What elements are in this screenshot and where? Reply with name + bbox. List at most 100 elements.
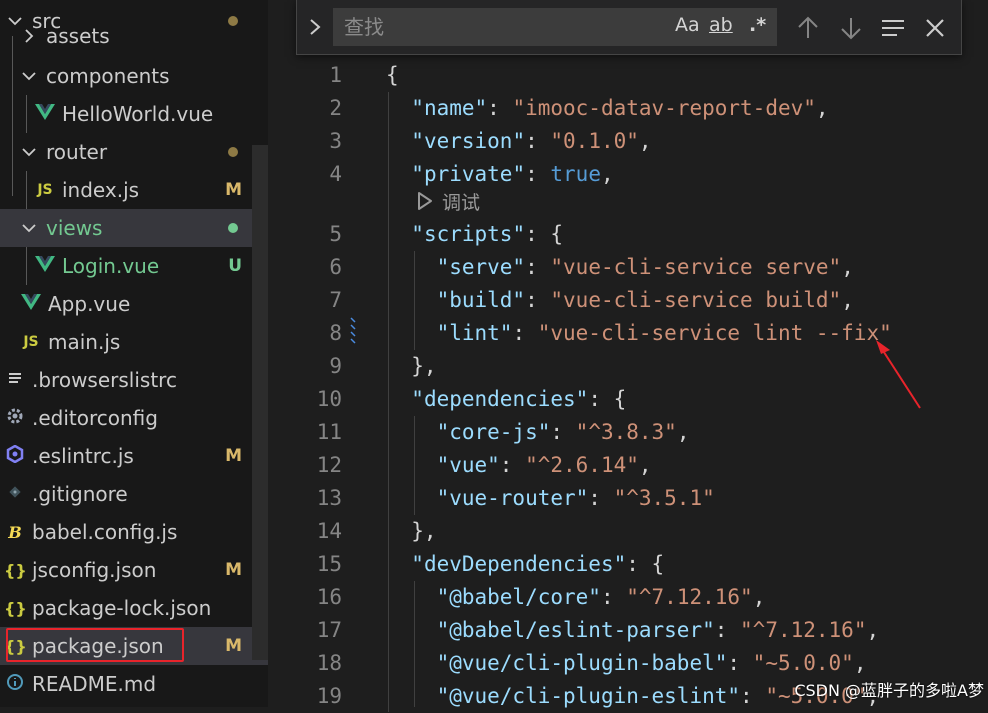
tree-item-babel-config-js[interactable]: Bbabel.config.js	[0, 513, 268, 551]
tree-item-label: .gitignore	[32, 482, 128, 506]
close-icon[interactable]	[921, 14, 949, 42]
debug-codelens[interactable]: 调试	[416, 186, 480, 216]
code-token: "private"	[411, 162, 526, 186]
code-line[interactable]: 5 "scripts": {	[268, 218, 988, 251]
code-line[interactable]: 3 "version": "0.1.0",	[268, 125, 988, 158]
next-match-arrow-down-icon[interactable]	[837, 14, 865, 42]
code-line[interactable]: 7 "build": "vue-cli-service build",	[268, 284, 988, 317]
tree-item-label: App.vue	[48, 292, 131, 316]
tree-item-index-js[interactable]: JS index.js M	[0, 171, 268, 209]
tree-item-browserslistrc[interactable]: .browserslistrc	[0, 361, 268, 399]
tree-item-main-js[interactable]: JS main.js	[0, 323, 268, 361]
code-line[interactable]: 12 "vue": "^2.6.14",	[268, 449, 988, 482]
tree-item-assets[interactable]: assets	[0, 22, 268, 50]
line-number: 8	[329, 321, 342, 345]
line-number: 7	[329, 288, 342, 312]
tree-item-jsconfig-json[interactable]: {} jsconfig.json M	[0, 551, 268, 589]
code-token: },	[386, 519, 437, 543]
code-text: },	[386, 350, 436, 383]
tree-item-package-lock-json[interactable]: {} package-lock.json	[0, 589, 268, 627]
code-token: "^3.8.3"	[575, 420, 677, 444]
gear-icon	[4, 407, 26, 429]
code-token: "vue-cli-service build"	[550, 288, 842, 312]
tree-item-app-vue[interactable]: App.vue	[0, 285, 268, 323]
code-token: "vue-cli-service lint --fix"	[537, 321, 892, 345]
line-number: 13	[316, 486, 342, 510]
tree-item-components[interactable]: components	[0, 57, 268, 95]
find-in-selection-icon[interactable]	[879, 14, 907, 42]
line-number: 6	[329, 255, 342, 279]
tree-item-gitignore[interactable]: .gitignore	[0, 475, 268, 513]
code-token: "imooc-datav-report-dev"	[512, 96, 816, 120]
code-line[interactable]: 14 },	[268, 515, 988, 548]
code-token: "build"	[436, 288, 526, 312]
code-line[interactable]: 11 "core-js": "^3.8.3",	[268, 416, 988, 449]
code-text: "lint": "vue-cli-service lint --fix"	[386, 317, 892, 350]
code-line[interactable]: 17 "@babel/eslint-parser": "^7.12.16",	[268, 614, 988, 647]
code-line[interactable]: 16 "@babel/core": "^7.12.16",	[268, 581, 988, 614]
regex-toggle[interactable]: .*	[749, 14, 766, 42]
match-case-toggle[interactable]: Aa	[675, 14, 700, 42]
line-number: 1	[329, 63, 342, 87]
code-token: ,	[638, 129, 652, 153]
code-token: "scripts"	[411, 222, 526, 246]
code-line[interactable]: 13 "vue-router": "^3.5.1"	[268, 482, 988, 515]
git-status-badge: M	[225, 180, 242, 200]
code-token: : {	[588, 387, 627, 411]
tree-item-views[interactable]: views	[0, 209, 268, 247]
code-token: "serve"	[436, 255, 526, 279]
code-line[interactable]: 1{	[268, 59, 988, 92]
code-token: "name"	[411, 96, 488, 120]
code-token: :	[525, 255, 551, 279]
git-icon	[4, 484, 26, 504]
code-token: "@vue/cli-plugin-eslint"	[436, 684, 741, 708]
tree-item-label: .eslintrc.js	[32, 444, 134, 468]
code-text: "dependencies": {	[386, 383, 626, 416]
tree-item-router[interactable]: router	[0, 133, 268, 171]
chevron-down-icon	[22, 224, 36, 233]
code-line[interactable]: 2 "name": "imooc-datav-report-dev",	[268, 92, 988, 125]
vue-file-icon	[34, 103, 56, 125]
code-text: "@babel/core": "^7.12.16",	[386, 581, 766, 614]
tree-item-label: package-lock.json	[32, 596, 212, 620]
code-token: ,	[638, 453, 652, 477]
tree-item-eslintrc-js[interactable]: .eslintrc.js M	[0, 437, 268, 475]
code-token: {	[386, 63, 399, 87]
git-status-badge: M	[225, 560, 242, 580]
code-token: :	[525, 162, 551, 186]
code-token: :	[550, 420, 576, 444]
code-line[interactable]: 18 "@vue/cli-plugin-babel": "~5.0.0",	[268, 647, 988, 680]
tree-item-readme-md[interactable]: README.md	[0, 665, 268, 703]
code-token: :	[487, 96, 513, 120]
match-whole-word-toggle[interactable]: ab	[709, 14, 733, 42]
toggle-replace-chevron-icon[interactable]	[305, 16, 325, 38]
code-token: "core-js"	[436, 420, 551, 444]
tree-item-label: views	[46, 216, 103, 240]
code-line[interactable]: 4 "private": true,	[268, 158, 988, 191]
tree-item-helloworld-vue[interactable]: HelloWorld.vue	[0, 95, 268, 133]
code-line[interactable]: 6 "serve": "vue-cli-service serve",	[268, 251, 988, 284]
sidebar-scrollbar[interactable]	[252, 145, 268, 660]
tree-item-editorconfig[interactable]: .editorconfig	[0, 399, 268, 437]
info-icon	[4, 673, 26, 695]
line-number: 14	[316, 519, 342, 543]
line-number: 9	[329, 354, 342, 378]
tree-item-label: jsconfig.json	[32, 558, 157, 582]
previous-match-arrow-up-icon[interactable]	[794, 14, 822, 42]
indent-guide-devdependencies	[414, 581, 415, 707]
git-status-badge: U	[228, 256, 242, 276]
line-change-marker	[350, 317, 356, 344]
code-text: "vue": "^2.6.14",	[386, 449, 652, 482]
tree-item-label: assets	[46, 24, 110, 48]
code-editor[interactable]: 1{2 "name": "imooc-datav-report-dev", 3 "…	[268, 0, 988, 712]
javascript-file-icon: JS	[37, 182, 53, 198]
tree-item-login-vue[interactable]: Login.vue U	[0, 247, 268, 285]
code-token: "0.1.0"	[550, 129, 639, 153]
code-token: :	[727, 651, 753, 675]
code-line[interactable]: 15 "devDependencies": {	[268, 548, 988, 581]
